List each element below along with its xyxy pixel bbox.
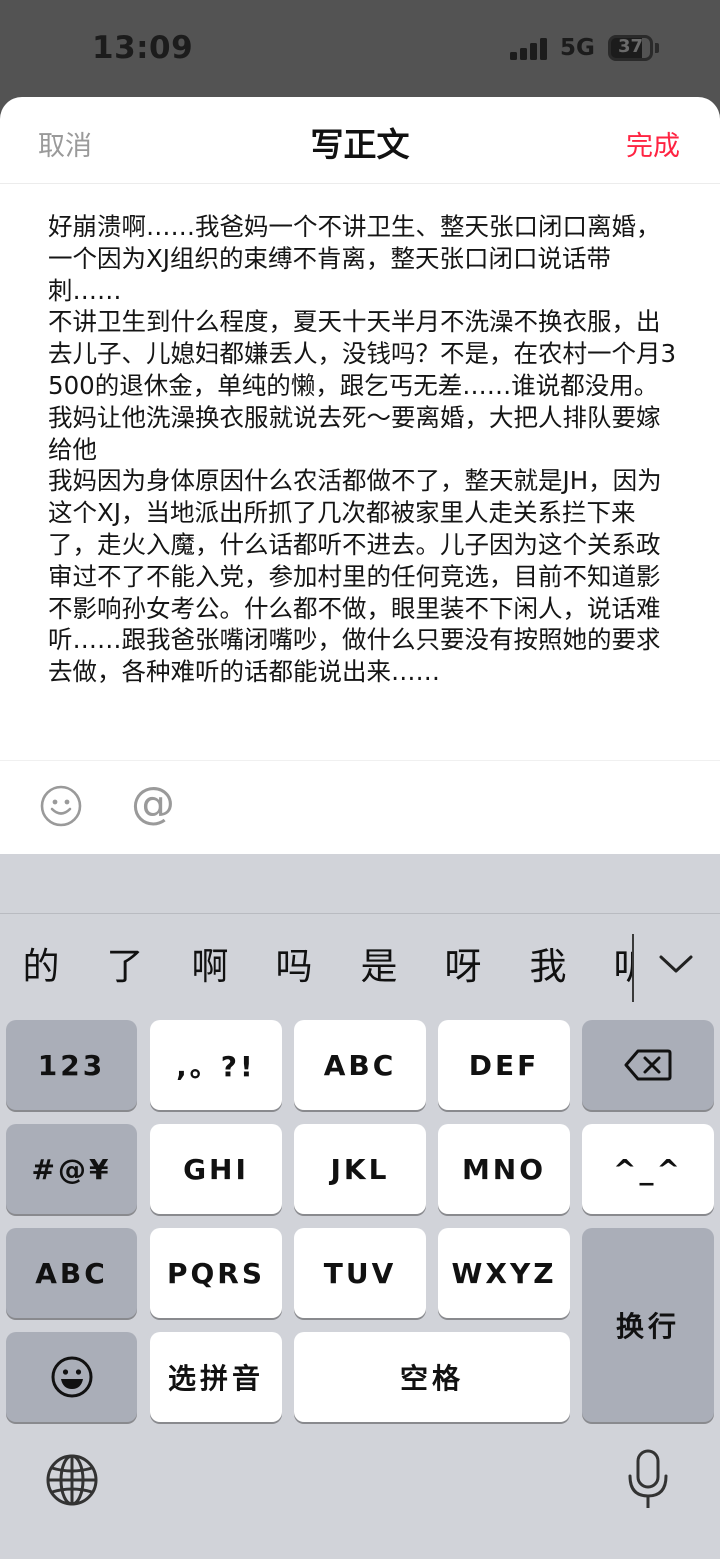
key-abc[interactable]: ABC [294, 1020, 426, 1110]
chevron-down-icon[interactable] [656, 952, 696, 976]
signal-icon [510, 38, 548, 60]
candidate-divider-line [632, 934, 634, 1002]
key-label: ,。?! [176, 1050, 256, 1083]
key-label: 123 [37, 1048, 106, 1082]
candidate-word[interactable]: 了 [95, 936, 155, 990]
candidate-word[interactable]: 啊 [180, 936, 240, 990]
key-label: 选拼音 [167, 1362, 264, 1395]
page-title: 写正文 [310, 125, 410, 164]
key-123[interactable]: 123 [6, 1020, 137, 1110]
return-key[interactable]: 换行 [582, 1228, 714, 1422]
key-abc-switch[interactable]: ABC [6, 1228, 137, 1318]
key-tuv[interactable]: TUV [294, 1228, 426, 1318]
status-bar: 13:09 5G 37 [0, 0, 720, 98]
key-label: TUV [323, 1256, 397, 1290]
battery-icon: 37 [608, 35, 653, 61]
key-pqrs[interactable]: PQRS [150, 1228, 282, 1318]
key-label: PQRS [166, 1256, 266, 1290]
key-symbols[interactable]: #@¥ [6, 1124, 137, 1214]
done-button[interactable]: 完成 [626, 124, 680, 163]
mention-icon[interactable]: @ [128, 779, 178, 829]
emoji-icon [51, 1356, 92, 1398]
toolbar-divider [0, 760, 720, 761]
nav-bar: 取消 写正文 完成 [0, 97, 720, 184]
space-key[interactable]: 空格 [294, 1332, 570, 1422]
emoji-key[interactable] [6, 1332, 137, 1422]
key-kaomoji[interactable]: ^_^ [582, 1124, 714, 1214]
key-label: 空格 [399, 1362, 464, 1395]
key-label: JKL [330, 1152, 390, 1186]
delete-key[interactable] [582, 1020, 714, 1110]
key-label: ^_^ [613, 1152, 683, 1186]
network-label: 5G [560, 35, 595, 61]
candidate-word[interactable]: 吗 [264, 936, 324, 990]
microphone-icon[interactable] [626, 1448, 670, 1512]
key-label: MNO [461, 1152, 547, 1186]
candidate-word[interactable]: 听 [602, 936, 635, 990]
editor-sheet: 取消 写正文 完成 好崩溃啊……我爸妈一个不讲卫生、整天张口闭口离婚，一个因为X… [0, 97, 720, 857]
status-time: 13:09 [92, 30, 194, 66]
key-label: ABC [35, 1256, 108, 1290]
key-select-pinyin[interactable]: 选拼音 [150, 1332, 282, 1422]
key-label: DEF [468, 1048, 540, 1082]
key-mno[interactable]: MNO [438, 1124, 570, 1214]
smiley-icon[interactable] [40, 785, 82, 827]
backspace-icon [624, 1049, 672, 1081]
candidate-word[interactable]: 呀 [433, 936, 493, 990]
key-punctuation[interactable]: ,。?! [150, 1020, 282, 1110]
candidate-word[interactable]: 是 [349, 936, 409, 990]
keyboard: 的 了 啊 吗 是 呀 我 听 123 ,。?! ABC DEF #@¥ GHI… [0, 854, 720, 1559]
candidate-word[interactable]: 我 [518, 936, 578, 990]
key-wxyz[interactable]: WXYZ [438, 1228, 570, 1318]
key-label: GHI [183, 1152, 249, 1186]
key-label: #@¥ [31, 1152, 112, 1186]
key-jkl[interactable]: JKL [294, 1124, 426, 1214]
key-label: 换行 [615, 1310, 680, 1343]
battery-tip [655, 43, 659, 53]
battery-level: 37 [617, 36, 644, 57]
key-label: ABC [323, 1048, 397, 1082]
key-ghi[interactable]: GHI [150, 1124, 282, 1214]
candidate-word[interactable]: 的 [11, 936, 71, 990]
candidate-bar: 的 了 啊 吗 是 呀 我 听 [0, 914, 635, 1014]
key-def[interactable]: DEF [438, 1020, 570, 1110]
key-label: WXYZ [451, 1256, 557, 1290]
body-text-editor[interactable]: 好崩溃啊……我爸妈一个不讲卫生、整天张口闭口离婚，一个因为XJ组织的束缚不肯离，… [48, 211, 678, 688]
globe-icon[interactable] [44, 1452, 100, 1508]
